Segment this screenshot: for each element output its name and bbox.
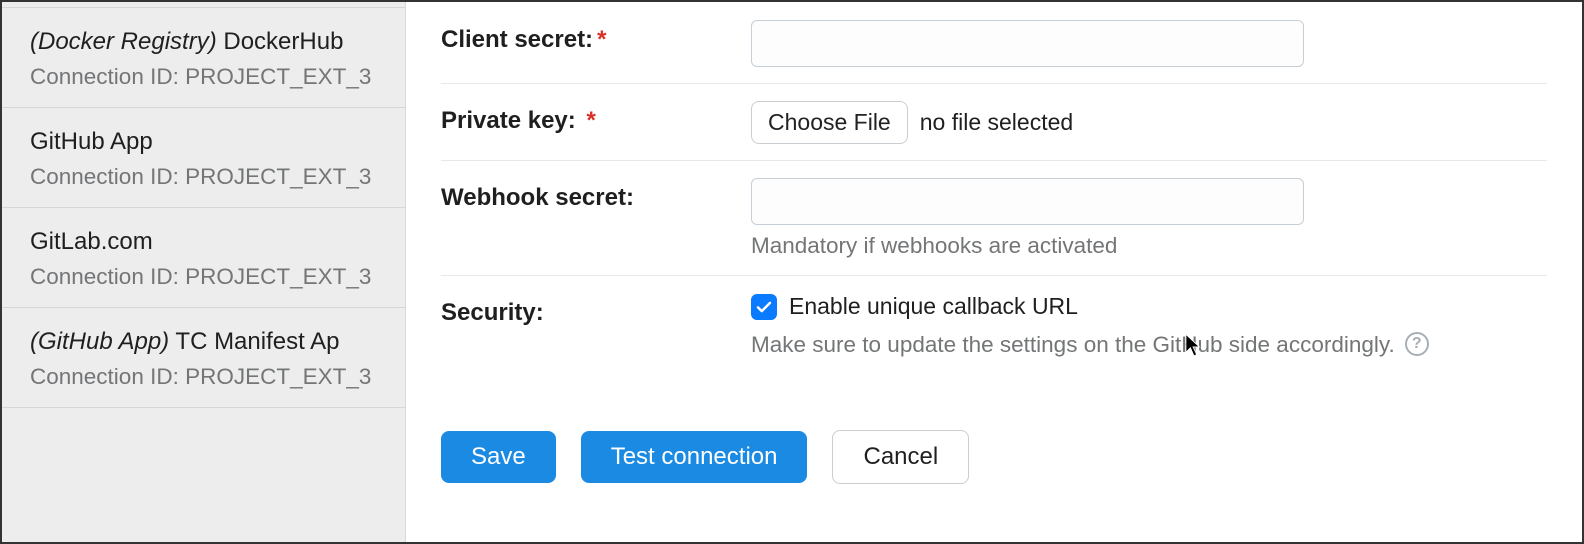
sidebar-item-id-value: PROJECT_EXT_3 <box>185 264 371 289</box>
required-asterisk: * <box>586 107 595 134</box>
sidebar-item-tc-manifest[interactable]: (GitHub App) TC Manifest Ap Connection I… <box>2 307 405 408</box>
sidebar-item-id-label: Connection ID: <box>30 64 185 89</box>
help-icon[interactable]: ? <box>1405 332 1429 356</box>
webhook-secret-label: Webhook secret: <box>441 184 634 211</box>
check-icon <box>755 298 773 316</box>
sidebar-item-name: TC Manifest Ap <box>169 328 339 355</box>
security-label: Security: <box>441 299 544 326</box>
file-status-text: no file selected <box>920 109 1073 136</box>
sidebar-item-dockerhub[interactable]: (Docker Registry) DockerHub Connection I… <box>2 7 405 108</box>
choose-file-button[interactable]: Choose File <box>751 101 908 144</box>
sidebar-item-gitlab[interactable]: GitLab.com Connection ID: PROJECT_EXT_3 <box>2 207 405 308</box>
test-connection-button[interactable]: Test connection <box>581 431 808 483</box>
security-hint: Make sure to update the settings on the … <box>751 332 1395 358</box>
private-key-label: Private key: <box>441 107 576 134</box>
sidebar-item-id-label: Connection ID: <box>30 264 185 289</box>
sidebar-item-prefix: (Docker Registry) <box>30 28 217 55</box>
form-buttons: Save Test connection Cancel <box>441 430 1547 484</box>
sidebar-item-id-label: Connection ID: <box>30 164 185 189</box>
sidebar-item-prefix: (GitHub App) <box>30 328 169 355</box>
connection-form: Client secret:* Private key: * Choose Fi… <box>405 2 1582 542</box>
sidebar-item-id-value: PROJECT_EXT_3 <box>185 364 371 389</box>
sidebar-item-id-value: PROJECT_EXT_3 <box>185 164 371 189</box>
webhook-secret-input[interactable] <box>751 178 1304 225</box>
client-secret-input[interactable] <box>751 20 1304 67</box>
connections-sidebar: (Docker Registry) DockerHub Connection I… <box>2 2 405 542</box>
sidebar-item-id-value: PROJECT_EXT_3 <box>185 64 371 89</box>
row-private-key: Private key: * Choose File no file selec… <box>441 84 1547 161</box>
unique-callback-checkbox[interactable] <box>751 294 777 320</box>
row-webhook-secret: Webhook secret: Mandatory if webhooks ar… <box>441 161 1547 276</box>
required-asterisk: * <box>597 26 606 53</box>
sidebar-item-name: GitLab.com <box>30 228 153 255</box>
row-security: Security: Enable unique callback URL Mak… <box>441 276 1547 374</box>
sidebar-item-name: GitHub App <box>30 128 153 155</box>
unique-callback-label: Enable unique callback URL <box>789 293 1078 320</box>
client-secret-label: Client secret: <box>441 26 593 53</box>
sidebar-item-github-app[interactable]: GitHub App Connection ID: PROJECT_EXT_3 <box>2 107 405 208</box>
cancel-button[interactable]: Cancel <box>832 430 969 484</box>
row-client-secret: Client secret:* <box>441 20 1547 84</box>
save-button[interactable]: Save <box>441 431 556 483</box>
webhook-secret-hint: Mandatory if webhooks are activated <box>751 233 1547 259</box>
sidebar-item-id-label: Connection ID: <box>30 364 185 389</box>
sidebar-item-name: DockerHub <box>217 28 344 55</box>
